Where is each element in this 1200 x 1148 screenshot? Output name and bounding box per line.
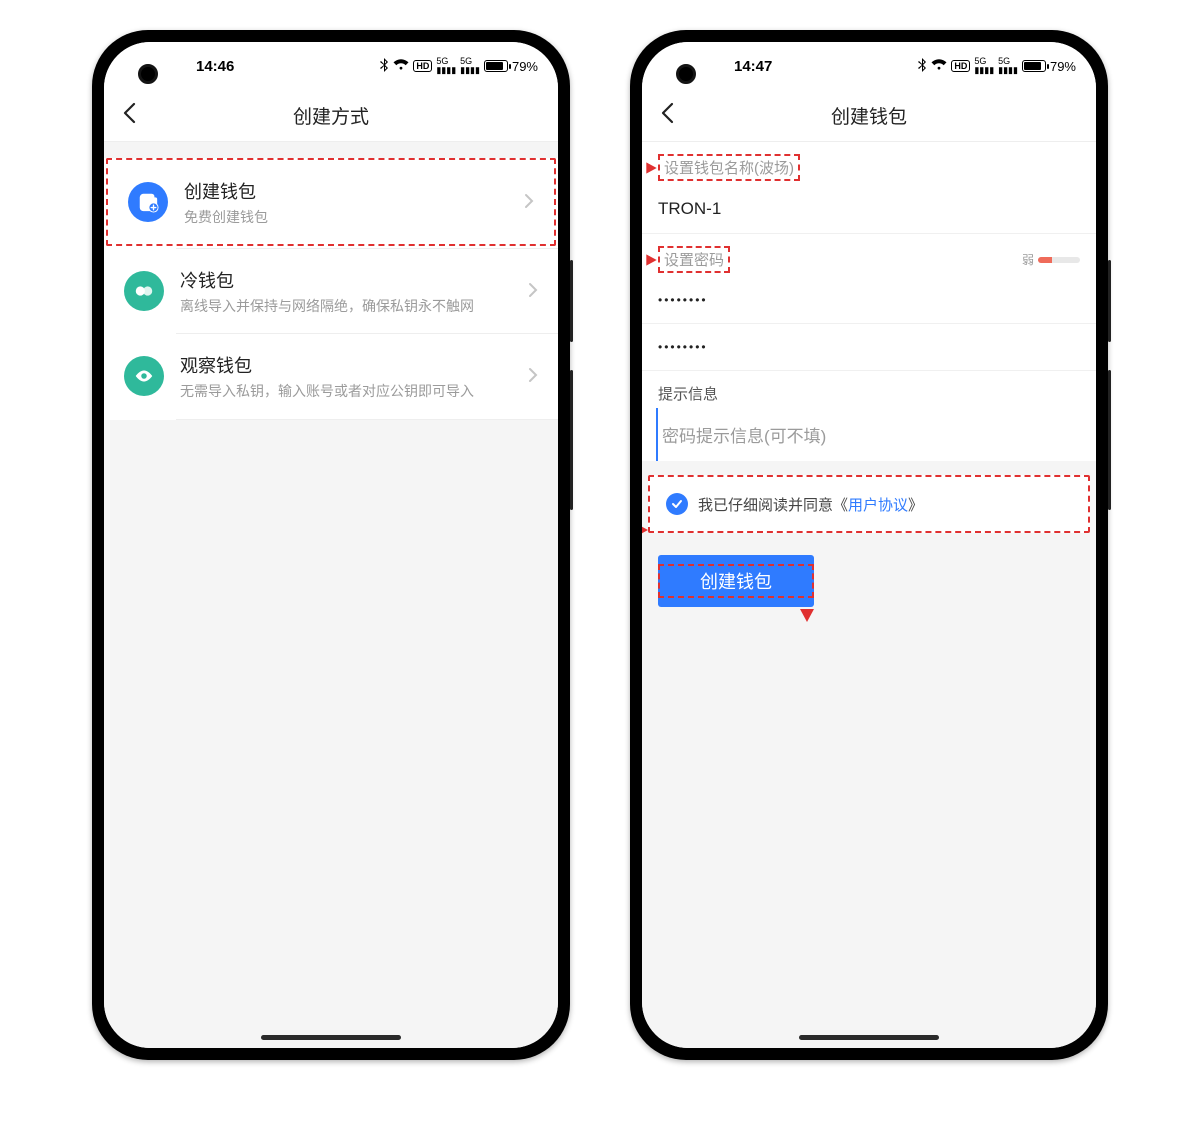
home-indicator[interactable] (799, 1035, 939, 1040)
password-confirm-input[interactable]: •••••••• (642, 323, 1096, 370)
wallet-add-icon (128, 182, 168, 222)
hd-icon: HD (413, 60, 432, 72)
camera-hole-icon (138, 64, 158, 84)
create-button-label: 创建钱包 (700, 572, 772, 592)
create-button-label-box: 创建钱包 (658, 564, 814, 598)
item-sub: 无需导入私钥，输入账号或者对应公钥即可导入 (180, 382, 528, 400)
wallet-name-value: TRON-1 (658, 199, 721, 218)
password-label-box: 设置密码 (658, 246, 730, 273)
hint-label: 提示信息 (658, 383, 718, 404)
wallet-type-list: 创建钱包 免费创建钱包 冷钱包 (104, 158, 558, 420)
strength-bar-icon (1038, 257, 1080, 263)
list-item-watch-wallet[interactable]: 观察钱包 无需导入私钥，输入账号或者对应公钥即可导入 (104, 334, 558, 418)
list-item-cold-wallet[interactable]: 冷钱包 离线导入并保持与网络隔绝，确保私钥永不触网 (104, 249, 558, 333)
user-agreement-link[interactable]: 用户协议 (848, 497, 908, 514)
status-time: 14:47 (734, 58, 772, 75)
password-mask: •••••••• (658, 293, 708, 307)
list-item-create-wallet[interactable]: 创建钱包 免费创建钱包 (106, 158, 556, 246)
status-time: 14:46 (196, 58, 234, 75)
signal1-icon: 5G▮▮▮▮ (436, 57, 456, 75)
agreement-row[interactable]: 我已仔细阅读并同意《用户协议》 (648, 475, 1090, 533)
camera-hole-icon (676, 64, 696, 84)
signal2-icon: 5G▮▮▮▮ (998, 57, 1018, 75)
item-title: 观察钱包 (180, 352, 528, 378)
hint-input[interactable]: 密码提示信息(可不填) (656, 408, 1096, 461)
battery-pct: 79% (512, 59, 538, 74)
wallet-name-label-box: 设置钱包名称(波场) (658, 154, 800, 181)
bluetooth-icon (917, 58, 927, 75)
wallet-name-label: 设置钱包名称(波场) (664, 157, 794, 178)
eye-icon (124, 356, 164, 396)
battery-icon (1022, 60, 1046, 72)
signal1-icon: 5G▮▮▮▮ (974, 57, 994, 75)
nav-bar: 创建钱包 (642, 90, 1096, 142)
agreement-text: 我已仔细阅读并同意《用户协议》 (698, 494, 923, 515)
status-icons: HD 5G▮▮▮▮ 5G▮▮▮▮ 79% (379, 57, 538, 75)
bluetooth-icon (379, 58, 389, 75)
status-icons: HD 5G▮▮▮▮ 5G▮▮▮▮ 79% (917, 57, 1076, 75)
wifi-icon (931, 59, 947, 74)
phone-left: 14:46 HD 5G▮▮▮▮ 5G▮▮▮▮ 79% 创建方式 (92, 30, 570, 1060)
item-sub: 离线导入并保持与网络隔绝，确保私钥永不触网 (180, 297, 528, 315)
create-wallet-button[interactable]: 创建钱包 (658, 555, 814, 607)
password-input[interactable]: •••••••• (642, 277, 1096, 323)
status-bar: 14:46 HD 5G▮▮▮▮ 5G▮▮▮▮ 79% (104, 42, 558, 90)
password-section: 设置密码 弱 •••••••• •••••••• (642, 233, 1096, 370)
password-strength: 弱 (1022, 251, 1080, 268)
password-confirm-mask: •••••••• (658, 340, 708, 354)
chevron-right-icon (524, 189, 534, 215)
battery-pct: 79% (1050, 59, 1076, 74)
screen-right: 14:47 HD 5G▮▮▮▮ 5G▮▮▮▮ 79% 创建钱包 (642, 42, 1096, 1048)
content-left: 创建钱包 免费创建钱包 冷钱包 (104, 142, 558, 1048)
status-bar: 14:47 HD 5G▮▮▮▮ 5G▮▮▮▮ 79% (642, 42, 1096, 90)
cold-wallet-icon (124, 271, 164, 311)
annotation-arrow-icon (646, 162, 656, 173)
back-button[interactable] (660, 102, 690, 130)
battery-icon (484, 60, 508, 72)
annotation-arrow-icon (646, 254, 656, 265)
item-title: 创建钱包 (184, 178, 524, 204)
password-label: 设置密码 (664, 249, 724, 270)
wallet-name-input[interactable]: TRON-1 (642, 185, 1096, 233)
annotation-arrow-icon (642, 523, 648, 537)
wifi-icon (393, 59, 409, 74)
wallet-name-section: 设置钱包名称(波场) TRON-1 (642, 142, 1096, 233)
strength-text: 弱 (1022, 251, 1034, 268)
signal2-icon: 5G▮▮▮▮ (460, 57, 480, 75)
hint-placeholder: 密码提示信息(可不填) (662, 427, 826, 446)
chevron-right-icon (528, 363, 538, 389)
nav-bar: 创建方式 (104, 90, 558, 142)
annotation-arrow-icon (800, 609, 814, 622)
home-indicator[interactable] (261, 1035, 401, 1040)
item-title: 冷钱包 (180, 267, 528, 293)
item-sub: 免费创建钱包 (184, 208, 524, 226)
chevron-right-icon (528, 278, 538, 304)
checkbox-checked-icon[interactable] (666, 493, 688, 515)
hint-section: 提示信息 密码提示信息(可不填) (642, 370, 1096, 461)
phone-right: 14:47 HD 5G▮▮▮▮ 5G▮▮▮▮ 79% 创建钱包 (630, 30, 1108, 1060)
hd-icon: HD (951, 60, 970, 72)
back-button[interactable] (122, 102, 152, 130)
screen-left: 14:46 HD 5G▮▮▮▮ 5G▮▮▮▮ 79% 创建方式 (104, 42, 558, 1048)
content-right: 设置钱包名称(波场) TRON-1 设置密码 弱 (642, 142, 1096, 1048)
nav-title: 创建方式 (104, 102, 558, 129)
nav-title: 创建钱包 (642, 102, 1096, 129)
